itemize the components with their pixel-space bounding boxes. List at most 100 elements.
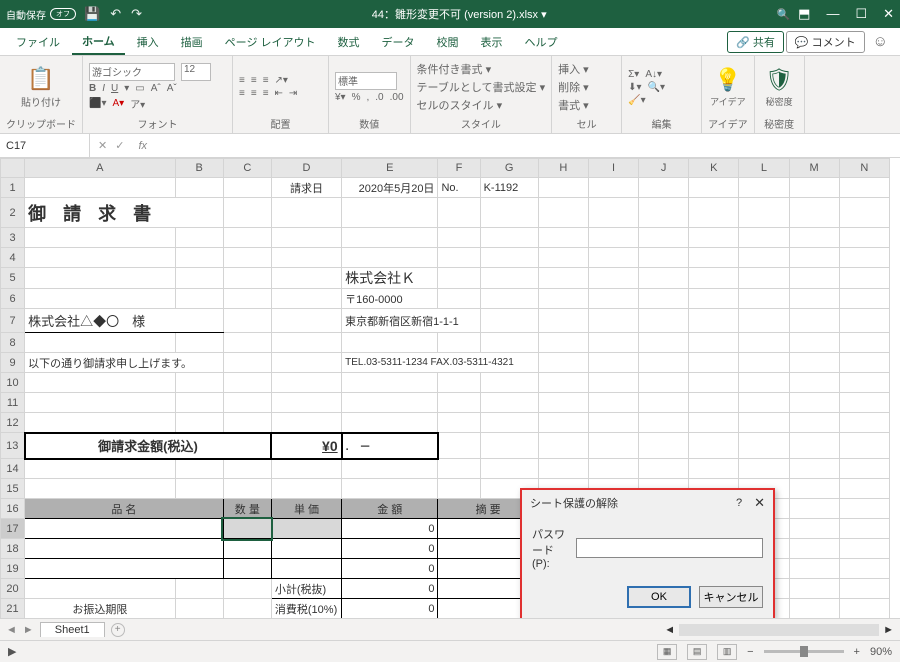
ok-button[interactable]: OK <box>627 586 691 608</box>
tab-data[interactable]: データ <box>372 30 425 54</box>
fx-icon[interactable]: fx <box>132 140 153 152</box>
align-right-button[interactable]: ≡ <box>263 88 269 99</box>
hscroll-left-icon[interactable]: ◄ <box>664 624 675 636</box>
share-button[interactable]: 🔗 共有 <box>727 31 784 53</box>
align-left-button[interactable]: ≡ <box>239 88 245 99</box>
font-grow-button[interactable]: Aˆ <box>151 83 161 94</box>
find-button[interactable]: 🔍▾ <box>648 82 665 93</box>
italic-button[interactable]: I <box>102 83 105 94</box>
tab-view[interactable]: 表示 <box>471 30 513 54</box>
tab-formulas[interactable]: 数式 <box>328 30 370 54</box>
border-button[interactable]: ▭ <box>135 83 144 94</box>
redo-icon[interactable]: ↷ <box>131 6 142 22</box>
fill-color-button[interactable]: ⬛▾ <box>89 98 106 109</box>
ideas-group-label: アイデア <box>708 116 748 133</box>
column-headers[interactable]: ABCDEFGHIJKLMN <box>1 159 890 178</box>
name-box[interactable]: C17 <box>0 134 90 157</box>
cancel-button[interactable]: キャンセル <box>699 586 763 608</box>
ribbon-font: 游ゴシック12 BIU▾ ▭ AˆAˇ ⬛▾ A▾ ア▾ フォント <box>83 56 233 133</box>
worksheet-grid[interactable]: ABCDEFGHIJKLMN 1請求日2020年5月20日No.K-1192 2… <box>0 158 900 618</box>
paste-icon[interactable]: 📋 <box>6 66 76 92</box>
zoom-level[interactable]: 90% <box>870 646 892 658</box>
align-top-button[interactable]: ≡ <box>239 75 245 86</box>
autosave-toggle[interactable]: 自動保存 オフ <box>6 7 76 22</box>
font-color-button[interactable]: A▾ <box>112 98 124 109</box>
tab-help[interactable]: ヘルプ <box>515 30 568 54</box>
pagebreak-view-button[interactable]: ▥ <box>717 644 737 660</box>
hscroll-right-icon[interactable]: ► <box>883 624 894 636</box>
inc-decimal-button[interactable]: .0 <box>375 92 383 103</box>
selected-cell[interactable] <box>223 519 271 539</box>
password-input[interactable] <box>576 538 763 558</box>
dialog-title: シート保護の解除 <box>530 495 618 511</box>
minimize-icon[interactable]: — <box>826 6 839 22</box>
format-table-button[interactable]: テーブルとして書式設定 ▾ <box>417 79 546 95</box>
clear-button[interactable]: 🧹▾ <box>628 95 645 106</box>
dec-decimal-button[interactable]: .00 <box>390 92 404 103</box>
ribbon-ideas: 💡アイデア アイデア <box>702 56 755 133</box>
save-icon[interactable]: 💾 <box>84 6 100 22</box>
hscroll-bar[interactable] <box>679 624 879 636</box>
feedback-icon[interactable]: ☺ <box>873 33 888 50</box>
ideas-icon[interactable]: 💡 <box>708 67 748 93</box>
number-format-combo[interactable]: 標準 <box>335 72 397 90</box>
password-label: パスワード(P): <box>532 526 570 570</box>
comment-button[interactable]: 💬 コメント <box>786 31 865 53</box>
record-macro-icon[interactable]: ▶ <box>8 645 16 658</box>
sensitivity-label: 秘密度 <box>761 95 798 108</box>
cancel-formula-icon[interactable]: ✕ <box>98 139 107 152</box>
align-group-label: 配置 <box>239 116 322 133</box>
ribbon-align: ≡ ≡ ≡ ↗▾ ≡ ≡ ≡ ⇤ ⇥ 配置 <box>233 56 329 133</box>
indent-inc-button[interactable]: ⇥ <box>289 88 297 99</box>
tab-pagelayout[interactable]: ページ レイアウト <box>215 30 326 54</box>
align-center-button[interactable]: ≡ <box>251 88 257 99</box>
tab-insert[interactable]: 挿入 <box>127 30 169 54</box>
dialog-help-icon[interactable]: ? <box>736 497 742 509</box>
pagelayout-view-button[interactable]: ▤ <box>687 644 707 660</box>
sensitivity-icon[interactable]: 🛡 <box>761 67 798 93</box>
enter-formula-icon[interactable]: ✓ <box>115 139 124 152</box>
cells-group-label: セル <box>558 116 615 133</box>
insert-cells-button[interactable]: 挿入 ▾ <box>558 61 615 77</box>
normal-view-button[interactable]: ▦ <box>657 644 677 660</box>
close-icon[interactable]: ✕ <box>883 6 894 22</box>
delete-cells-button[interactable]: 削除 ▾ <box>558 79 615 95</box>
font-family-combo[interactable]: 游ゴシック <box>89 63 175 81</box>
status-bar: ▶ ▦ ▤ ▥ − + 90% <box>0 640 900 662</box>
undo-icon[interactable]: ↶ <box>110 6 121 22</box>
orientation-button[interactable]: ↗▾ <box>275 75 288 86</box>
conditional-format-button[interactable]: 条件付き書式 ▾ <box>417 61 546 77</box>
font-shrink-button[interactable]: Aˇ <box>167 83 177 94</box>
tab-draw[interactable]: 描画 <box>171 30 213 54</box>
paste-label: 貼り付け <box>6 94 76 109</box>
indent-dec-button[interactable]: ⇤ <box>275 88 283 99</box>
tab-review[interactable]: 校閲 <box>427 30 469 54</box>
currency-button[interactable]: ¥▾ <box>335 92 346 103</box>
font-size-combo[interactable]: 12 <box>181 63 211 81</box>
zoom-out-button[interactable]: − <box>747 646 753 658</box>
phonetic-button[interactable]: ア▾ <box>130 96 145 111</box>
comma-button[interactable]: , <box>367 92 370 103</box>
tab-file[interactable]: ファイル <box>6 30 70 54</box>
align-mid-button[interactable]: ≡ <box>251 75 257 86</box>
sheet-nav-prev-icon[interactable]: ◄ <box>6 624 17 636</box>
sheet-tab[interactable]: Sheet1 <box>40 622 105 637</box>
autosum-button[interactable]: Σ▾ <box>628 69 639 80</box>
sort-filter-button[interactable]: A↓▾ <box>645 69 662 80</box>
underline-button[interactable]: U <box>111 83 118 94</box>
tab-home[interactable]: ホーム <box>72 29 125 55</box>
dialog-close-icon[interactable]: ✕ <box>754 495 765 511</box>
ribbon-options-icon[interactable]: ⬒ <box>798 6 810 22</box>
bold-button[interactable]: B <box>89 83 96 94</box>
zoom-slider[interactable] <box>764 650 844 653</box>
fill-button[interactable]: ⬇▾ <box>628 82 641 93</box>
sheet-nav-next-icon[interactable]: ► <box>23 624 34 636</box>
maximize-icon[interactable]: ☐ <box>855 6 867 22</box>
zoom-in-button[interactable]: + <box>854 646 860 658</box>
cell-styles-button[interactable]: セルのスタイル ▾ <box>417 97 546 113</box>
format-cells-button[interactable]: 書式 ▾ <box>558 97 615 113</box>
align-bot-button[interactable]: ≡ <box>263 75 269 86</box>
add-sheet-button[interactable]: + <box>111 623 125 637</box>
percent-button[interactable]: % <box>352 92 361 103</box>
search-icon[interactable]: 🔍 <box>776 8 790 21</box>
